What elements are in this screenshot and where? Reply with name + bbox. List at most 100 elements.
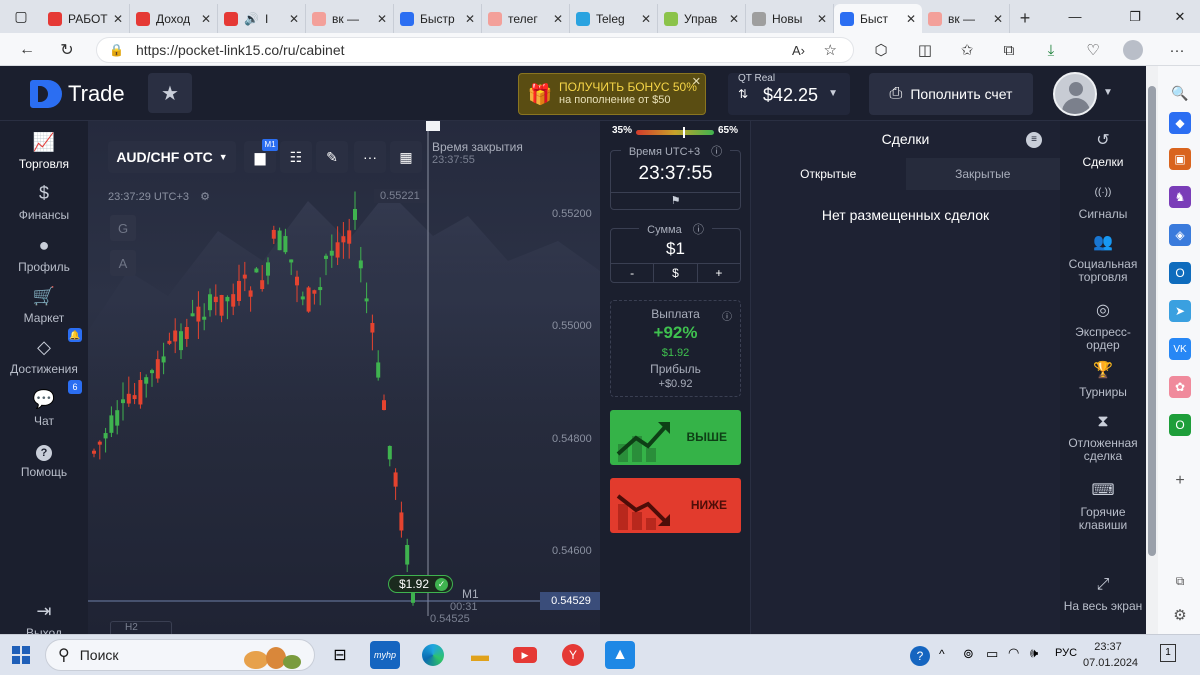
send-icon[interactable]: ➤ <box>1169 300 1191 322</box>
browser-tab[interactable]: Доход ✕ <box>130 4 218 33</box>
right-nav-item[interactable]: ↺ Сделки <box>1060 131 1146 169</box>
amount-field[interactable]: Сумма ⓘ $1 - $ + <box>610 224 741 283</box>
tab-close-icon[interactable]: ✕ <box>553 12 563 26</box>
drawings-button[interactable]: ✎ <box>316 141 348 173</box>
outlook-icon[interactable]: O <box>1169 262 1191 284</box>
left-nav-item[interactable]: 💬 Чат 6 <box>0 380 88 428</box>
browser-tab[interactable]: Новы ✕ <box>746 4 834 33</box>
tab-close-icon[interactable]: ✕ <box>113 12 123 26</box>
tab-closed-deals[interactable]: Закрытые <box>905 158 1060 190</box>
right-nav-item[interactable]: ⌨ Горячие клавиши <box>1060 481 1146 532</box>
bonus-close-icon[interactable]: ✕ <box>692 75 701 88</box>
close-window-button[interactable]: ✕ <box>1160 0 1200 33</box>
yandex-browser-icon[interactable]: Y <box>558 641 588 669</box>
minimize-button[interactable]: — <box>1050 0 1100 33</box>
sell-down-button[interactable]: НИЖЕ <box>610 478 741 533</box>
chess-icon[interactable]: ♞ <box>1169 186 1191 208</box>
right-nav-item[interactable]: ((·)) Сигналы <box>1060 183 1146 221</box>
audio-icon[interactable]: 🔊 <box>244 12 259 26</box>
indicators-button[interactable]: ☷ <box>280 141 312 173</box>
file-explorer-icon[interactable]: ▬ <box>465 641 495 669</box>
help-icon[interactable]: ? <box>910 645 930 666</box>
price-chart[interactable]: AUD/CHF OTC ▼ ▆ M1 ☷ ✎ ··· ▦ Время закрыт… <box>88 121 600 634</box>
tab-close-icon[interactable]: ✕ <box>641 12 651 26</box>
browser-tab[interactable]: телег ✕ <box>482 4 570 33</box>
copilot-icon[interactable]: ◈ <box>1169 224 1191 246</box>
help-icon[interactable]: ⓘ <box>722 308 732 323</box>
avatar[interactable] <box>1053 72 1097 116</box>
flower-icon[interactable]: ✿ <box>1169 376 1191 398</box>
left-nav-item[interactable]: ● Профиль <box>0 234 88 274</box>
chevron-up-icon[interactable]: ^ <box>939 647 945 661</box>
tab-close-icon[interactable]: ✕ <box>289 12 299 26</box>
more-button[interactable]: ··· <box>354 141 386 173</box>
myhp-icon[interactable]: myhp <box>370 641 400 669</box>
scrollbar[interactable] <box>1146 66 1158 634</box>
notification-icon[interactable]: 1 <box>1160 644 1176 662</box>
taskbar-clock[interactable]: 23:37 07.01.2024 <box>1083 639 1138 671</box>
right-nav-item[interactable]: 👥 Социальная торговля <box>1060 233 1146 284</box>
volume-icon[interactable]: 🕪 <box>1030 645 1038 661</box>
address-bar[interactable]: 🔒 https://pocket-link15.co/ru/cabinet A›… <box>96 37 854 63</box>
currency-toggle-button[interactable]: $ <box>654 264 698 282</box>
g-button[interactable]: G <box>110 215 136 241</box>
increase-amount-button[interactable]: + <box>698 264 740 282</box>
left-nav-item[interactable]: $ Финансы <box>0 182 88 222</box>
maximize-button[interactable]: ❐ <box>1110 0 1160 33</box>
tag-icon[interactable]: ◆ <box>1169 112 1191 134</box>
open-external-icon[interactable]: ⧉ <box>1169 570 1191 592</box>
browser-tab[interactable]: Быстр ✕ <box>394 4 482 33</box>
onedrive-icon[interactable]: ⊚ <box>963 646 974 662</box>
windows-start-icon[interactable] <box>12 646 30 664</box>
language-indicator[interactable]: РУС <box>1055 647 1077 659</box>
favorite-star-icon[interactable]: ☆ <box>824 41 837 59</box>
edge-icon[interactable] <box>418 641 448 669</box>
timeframe-select[interactable]: H2 <box>110 621 172 634</box>
toolbox-icon[interactable]: ▣ <box>1169 148 1191 170</box>
expiry-flag-icon[interactable]: ⚑ <box>611 192 740 209</box>
decrease-amount-button[interactable]: - <box>611 264 655 282</box>
scrollbar-thumb[interactable] <box>1148 86 1156 556</box>
expiry-time-field[interactable]: Время UTC+3 ⓘ 23:37:55 ⚑ <box>610 146 741 210</box>
profile-chevron-down-icon[interactable]: ▼ <box>1103 87 1113 98</box>
wifi-icon[interactable]: ◠ <box>1008 645 1019 661</box>
browser-tab[interactable]: 🔊 I ✕ <box>218 4 306 33</box>
buy-up-button[interactable]: ВЫШЕ <box>610 410 741 465</box>
logo[interactable]: Trade <box>30 80 125 108</box>
browser-tab[interactable]: Teleg ✕ <box>570 4 658 33</box>
search-icon[interactable]: 🔍 <box>1169 82 1191 104</box>
tab-close-icon[interactable]: ✕ <box>377 12 387 26</box>
bonus-banner[interactable]: 🎁 ПОЛУЧИТЬ БОНУС 50% на пополнение от $5… <box>518 73 706 115</box>
left-nav-item[interactable]: 🛒 Маркет <box>0 285 88 325</box>
browser-essentials-icon[interactable]: ♡ <box>1082 39 1104 61</box>
split-screen-icon[interactable]: ◫ <box>914 39 936 61</box>
right-nav-item[interactable]: ⧗ Отложенная сделка <box>1060 412 1146 463</box>
youtube-icon[interactable]: ▶ <box>510 641 540 669</box>
favorites-star-button[interactable]: ★ <box>148 73 192 113</box>
profile-icon[interactable] <box>1122 39 1144 61</box>
favorites-icon[interactable]: ✩ <box>956 39 978 61</box>
tab-actions-icon[interactable]: ▢ <box>0 0 42 33</box>
tab-close-icon[interactable]: ✕ <box>465 12 475 26</box>
collections-icon[interactable]: ⧉ <box>998 39 1020 61</box>
open-trade-marker[interactable]: $1.92 ✓ <box>388 575 454 593</box>
back-icon[interactable]: ← <box>16 39 38 61</box>
odnoklassniki-icon[interactable]: O <box>1169 414 1191 436</box>
browser-tab[interactable]: Управ ✕ <box>658 4 746 33</box>
tab-open-deals[interactable]: Открытые <box>751 158 906 190</box>
settings-gear-icon[interactable]: ⚙ <box>200 191 210 203</box>
tab-close-icon[interactable]: ✕ <box>906 12 916 26</box>
account-selector[interactable]: QT Real ⇅ $42.25 ▼ <box>728 73 850 115</box>
right-nav-item[interactable]: ⤢ На весь экран <box>1060 575 1146 613</box>
taskbar-search[interactable]: ⚲ Поиск <box>45 639 315 671</box>
battery-icon[interactable]: ▭ <box>986 646 998 662</box>
browser-tab[interactable]: Быст ✕ <box>834 4 922 33</box>
downloads-icon[interactable]: ⤓ <box>1040 39 1062 61</box>
left-nav-item[interactable]: ? Помощь <box>0 439 88 479</box>
more-options-icon[interactable]: ··· <box>1166 39 1188 61</box>
browser-tab[interactable]: вк — ✕ <box>306 4 394 33</box>
list-icon[interactable]: ≡ <box>1026 132 1042 148</box>
read-aloud-icon[interactable]: A› <box>792 43 805 58</box>
help-icon[interactable]: ⓘ <box>688 224 708 236</box>
left-nav-item[interactable]: 📈 Торговля <box>0 131 88 171</box>
